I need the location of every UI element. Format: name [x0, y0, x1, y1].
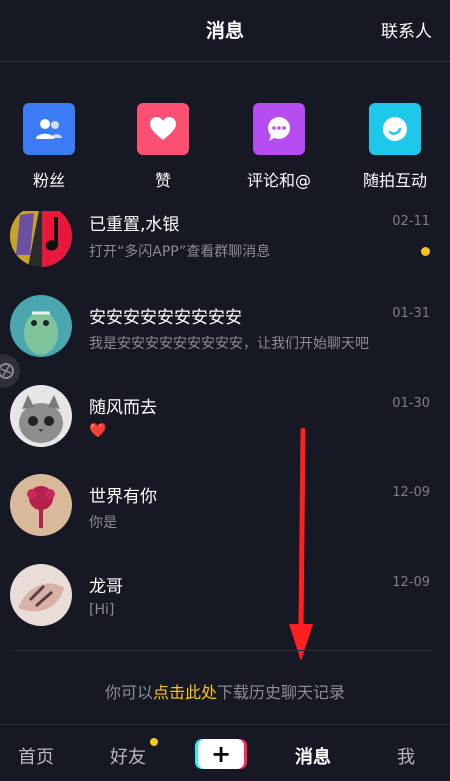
conversation-name: 安安安安安安安安安 — [89, 308, 242, 328]
conversation-time: 01-30 — [392, 396, 430, 411]
tab-me[interactable]: 我 — [397, 743, 415, 769]
conversation-preview: [Hi] — [89, 602, 115, 618]
avatar — [10, 474, 72, 536]
history-prefix: 你可以 — [104, 683, 153, 702]
conversation-row[interactable]: 随风而去 ❤️ 01-30 — [0, 380, 450, 470]
header: 消息 联系人 — [0, 0, 450, 60]
conversation-row[interactable]: 龙哥 [Hi] 12-09 — [0, 559, 450, 649]
shortcut-comments[interactable]: 评论和@ — [224, 100, 334, 191]
conversation-preview: 打开“多闪APP”查看群聊消息 — [89, 244, 271, 260]
comment-icon — [253, 103, 305, 155]
avatar — [10, 295, 72, 357]
conversation-name: 龙哥 — [89, 577, 123, 597]
contacts-button[interactable]: 联系人 — [381, 17, 432, 42]
conversation-preview: 你是 — [89, 515, 117, 531]
create-button[interactable]: + — [195, 739, 247, 769]
fans-icon — [23, 103, 75, 155]
shortcut-label: 粉丝 — [32, 171, 65, 190]
conversation-preview: 我是安安安安安安安安安，让我们开始聊天吧 — [89, 336, 369, 352]
shortcut-label: 赞 — [154, 171, 171, 190]
friends-badge — [150, 738, 158, 746]
shortcut-label: 评论和@ — [246, 171, 311, 190]
tab-messages[interactable]: 消息 — [295, 743, 331, 769]
tab-home[interactable]: 首页 — [18, 743, 54, 769]
conversation-list: 已重置,水银 打开“多闪APP”查看群聊消息 02-11 安安安安安安安安安 我… — [0, 211, 450, 651]
history-note: 你可以点击此处下载历史聊天记录 — [0, 679, 450, 703]
avatar — [10, 211, 72, 267]
shortcut-label: 随拍互动 — [362, 171, 427, 190]
annotation-arrow-icon — [289, 428, 313, 661]
shortcut-snap[interactable]: 随拍互动 — [340, 100, 450, 191]
conversation-row[interactable]: 已重置,水银 打开“多闪APP”查看群聊消息 02-11 — [0, 211, 450, 289]
download-history-link[interactable]: 点击此处 — [153, 683, 217, 702]
tab-friends[interactable]: 好友 — [110, 743, 146, 769]
conversation-row[interactable]: 安安安安安安安安安 我是安安安安安安安安安，让我们开始聊天吧 01-31 — [0, 290, 450, 380]
conversation-name: 世界有你 — [89, 487, 157, 507]
unread-badge — [421, 247, 430, 256]
avatar — [10, 385, 72, 447]
conversation-name: 已重置,水银 — [89, 215, 180, 235]
camera-icon — [369, 103, 421, 155]
header-divider — [0, 61, 450, 62]
history-suffix: 下载历史聊天记录 — [217, 683, 346, 702]
conversation-row[interactable]: 世界有你 你是 12-09 — [0, 469, 450, 559]
conversation-time: 12-09 — [392, 575, 430, 590]
heart-icon — [137, 103, 189, 155]
shortcut-row: 粉丝 赞 评论和@ 随拍互动 — [0, 100, 450, 200]
conversation-time: 02-11 — [392, 214, 430, 229]
conversation-preview: ❤️ — [89, 423, 107, 439]
plus-icon: + — [198, 739, 244, 769]
shortcut-likes[interactable]: 赞 — [108, 100, 218, 191]
conversation-name: 随风而去 — [89, 398, 157, 418]
avatar — [10, 564, 72, 626]
conversation-time: 01-31 — [392, 306, 430, 321]
list-divider — [12, 650, 432, 651]
conversation-time: 12-09 — [392, 485, 430, 500]
shortcut-fans[interactable]: 粉丝 — [0, 100, 104, 191]
bottom-tab-bar: 首页 好友 + 消息 我 — [0, 724, 450, 781]
aperture-icon — [0, 363, 14, 379]
